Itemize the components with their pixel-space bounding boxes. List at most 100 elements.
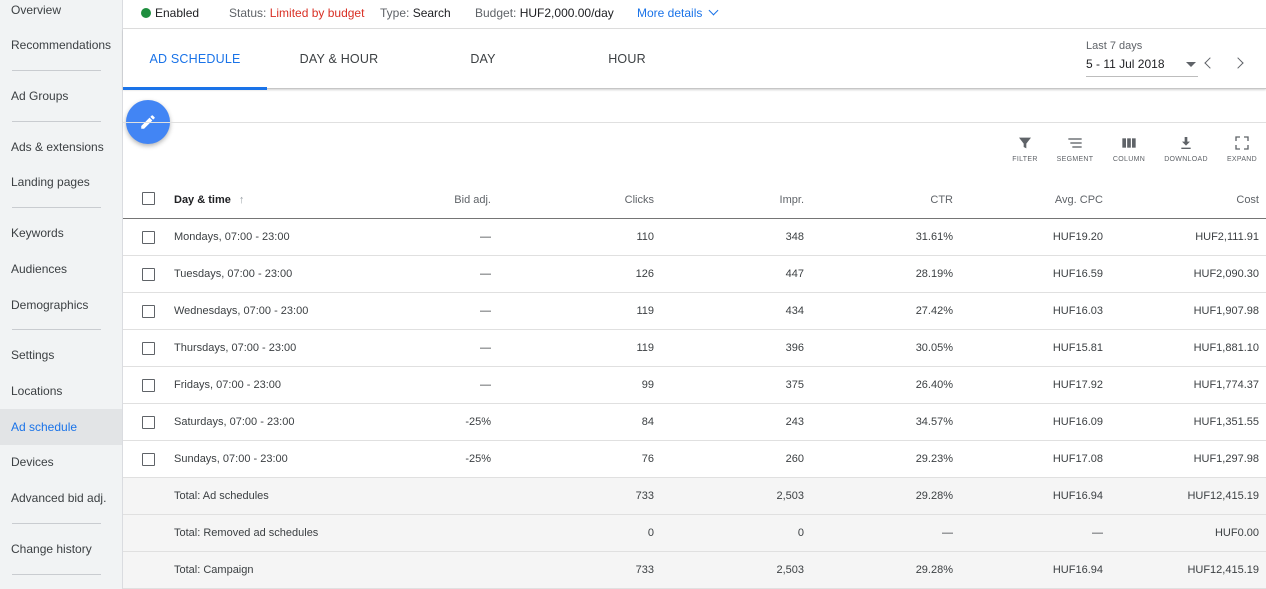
sidebar-item-overview[interactable]: Overview: [0, 0, 122, 28]
sidebar-item-label: Devices: [11, 455, 54, 469]
sidebar-item-label: Change history: [11, 542, 92, 556]
sidebar-item-locations[interactable]: Locations: [0, 373, 122, 409]
column-header-cost[interactable]: Cost: [1163, 181, 1259, 218]
column-header-impr[interactable]: Impr.: [713, 181, 804, 218]
total-row-ad-schedules: Total: Ad schedules 733 2,503 29.28% HUF…: [123, 478, 1266, 515]
row-day-time: Saturdays, 07:00 - 23:00: [174, 416, 295, 428]
column-button[interactable]: COLUMN: [1107, 135, 1151, 163]
row-checkbox[interactable]: [142, 379, 155, 392]
row-day-time: Sundays, 07:00 - 23:00: [174, 453, 288, 465]
total-impr: 2,503: [776, 490, 804, 502]
row-checkbox[interactable]: [142, 268, 155, 281]
row-bid-adj[interactable]: —: [423, 330, 491, 366]
total-avg-cpc: HUF16.94: [1052, 490, 1103, 502]
table-row[interactable]: Thursdays, 07:00 - 23:00 — 119 396 30.05…: [123, 330, 1266, 367]
sidebar-item-label: Advanced bid adj.: [11, 491, 107, 505]
row-impr: 396: [785, 342, 804, 354]
row-ctr: 34.57%: [915, 416, 953, 428]
segment-button[interactable]: SEGMENT: [1053, 135, 1097, 163]
row-bid-adj[interactable]: —: [423, 367, 491, 403]
tab-label: HOUR: [608, 52, 646, 66]
sidebar-item-settings[interactable]: Settings: [0, 337, 122, 373]
expand-label: EXPAND: [1226, 156, 1258, 163]
row-impr: 447: [785, 268, 804, 280]
dropdown-arrow-icon: [1186, 62, 1196, 67]
sidebar-item-landing-pages[interactable]: Landing pages: [0, 164, 122, 200]
previous-period-button[interactable]: [1197, 51, 1221, 75]
select-all-checkbox[interactable]: [142, 192, 155, 205]
sidebar-item-label: Recommendations: [11, 38, 112, 52]
row-clicks: 119: [636, 342, 654, 354]
row-impr: 243: [785, 416, 804, 428]
row-checkbox[interactable]: [142, 453, 155, 466]
tab-day-hour[interactable]: DAY & HOUR: [267, 29, 411, 89]
total-ctr: 29.28%: [915, 490, 953, 502]
row-ctr: 29.23%: [915, 453, 953, 465]
table-row[interactable]: Mondays, 07:00 - 23:00 — 110 348 31.61% …: [123, 219, 1266, 256]
column-header-clicks[interactable]: Clicks: [563, 181, 654, 218]
sidebar-item-label: Audiences: [11, 262, 68, 276]
row-cost: HUF1,907.98: [1193, 305, 1259, 317]
sidebar-item-ad-groups[interactable]: Ad Groups: [0, 78, 122, 114]
total-cost: HUF12,415.19: [1187, 564, 1259, 576]
total-cost: HUF12,415.19: [1187, 490, 1259, 502]
sidebar-item-audiences[interactable]: Audiences: [0, 251, 122, 287]
total-row-removed-ad-schedules: Total: Removed ad schedules 0 0 — — HUF0…: [123, 515, 1266, 552]
table-row[interactable]: Tuesdays, 07:00 - 23:00 — 126 447 28.19%…: [123, 256, 1266, 293]
column-header-ctr[interactable]: CTR: [863, 181, 953, 218]
row-cost: HUF2,090.30: [1193, 268, 1259, 280]
expand-button[interactable]: EXPAND: [1220, 135, 1264, 163]
row-bid-adj[interactable]: -25%: [423, 441, 491, 477]
total-cost: HUF0.00: [1214, 527, 1259, 539]
row-day-time: Tuesdays, 07:00 - 23:00: [174, 268, 293, 280]
row-impr: 434: [785, 305, 804, 317]
sidebar-item-devices[interactable]: Devices: [0, 444, 122, 480]
next-period-button[interactable]: [1228, 51, 1252, 75]
sidebar-item-demographics[interactable]: Demographics: [0, 287, 122, 323]
row-bid-adj[interactable]: —: [423, 256, 491, 292]
table-row[interactable]: Saturdays, 07:00 - 23:00 -25% 84 243 34.…: [123, 404, 1266, 441]
table-row[interactable]: Wednesdays, 07:00 - 23:00 — 119 434 27.4…: [123, 293, 1266, 330]
sidebar-item-change-history[interactable]: Change history: [0, 531, 122, 567]
sidebar-item-recommendations[interactable]: Recommendations: [0, 27, 122, 63]
row-bid-adj[interactable]: -25%: [423, 404, 491, 440]
column-header-bid-adj[interactable]: Bid adj.: [423, 181, 491, 218]
download-button[interactable]: DOWNLOAD: [1164, 135, 1208, 163]
sidebar-item-ads-extensions[interactable]: Ads & extensions: [0, 129, 122, 165]
more-details-link[interactable]: More details: [637, 5, 719, 20]
row-checkbox[interactable]: [142, 342, 155, 355]
row-bid-adj[interactable]: —: [423, 219, 491, 255]
type-label: Type:: [380, 6, 410, 20]
row-ctr: 26.40%: [915, 379, 953, 391]
row-cost: HUF2,111.91: [1195, 231, 1259, 243]
row-avg-cpc: HUF16.59: [1052, 268, 1103, 280]
enabled-status[interactable]: Enabled: [141, 6, 199, 20]
budget-label: Budget:: [475, 6, 517, 20]
column-header-label: Day & time: [174, 193, 231, 206]
tab-hour[interactable]: HOUR: [555, 29, 699, 89]
sidebar-item-keywords[interactable]: Keywords: [0, 215, 122, 251]
status-value[interactable]: Limited by budget: [270, 6, 365, 20]
tab-day[interactable]: DAY: [411, 29, 555, 89]
row-checkbox[interactable]: [142, 231, 155, 244]
row-bid-adj[interactable]: —: [423, 293, 491, 329]
filter-icon: [1019, 137, 1031, 149]
sidebar-item-advanced-bid-adj[interactable]: Advanced bid adj.: [0, 480, 122, 516]
column-label: COLUMN: [1112, 156, 1146, 163]
fullscreen-icon: [1235, 136, 1249, 150]
row-checkbox[interactable]: [142, 305, 155, 318]
tab-ad-schedule[interactable]: AD SCHEDULE: [123, 29, 267, 90]
row-avg-cpc: HUF17.92: [1052, 379, 1103, 391]
filter-button[interactable]: FILTER: [1003, 135, 1047, 163]
sidebar-divider: [12, 70, 101, 71]
table-row[interactable]: Fridays, 07:00 - 23:00 — 99 375 26.40% H…: [123, 367, 1266, 404]
tab-label: AD SCHEDULE: [149, 52, 241, 66]
table-row[interactable]: Sundays, 07:00 - 23:00 -25% 76 260 29.23…: [123, 441, 1266, 478]
sidebar-item-ad-schedule[interactable]: Ad schedule: [0, 409, 122, 445]
budget-value[interactable]: HUF2,000.00/day: [520, 6, 614, 20]
row-checkbox[interactable]: [142, 416, 155, 429]
date-range-dropdown[interactable]: 5 - 11 Jul 2018: [1086, 53, 1198, 77]
total-clicks: 0: [647, 527, 654, 539]
column-header-avg-cpc[interactable]: Avg. CPC: [1013, 181, 1103, 218]
column-header-day-time[interactable]: Day & time ↑: [174, 181, 244, 218]
